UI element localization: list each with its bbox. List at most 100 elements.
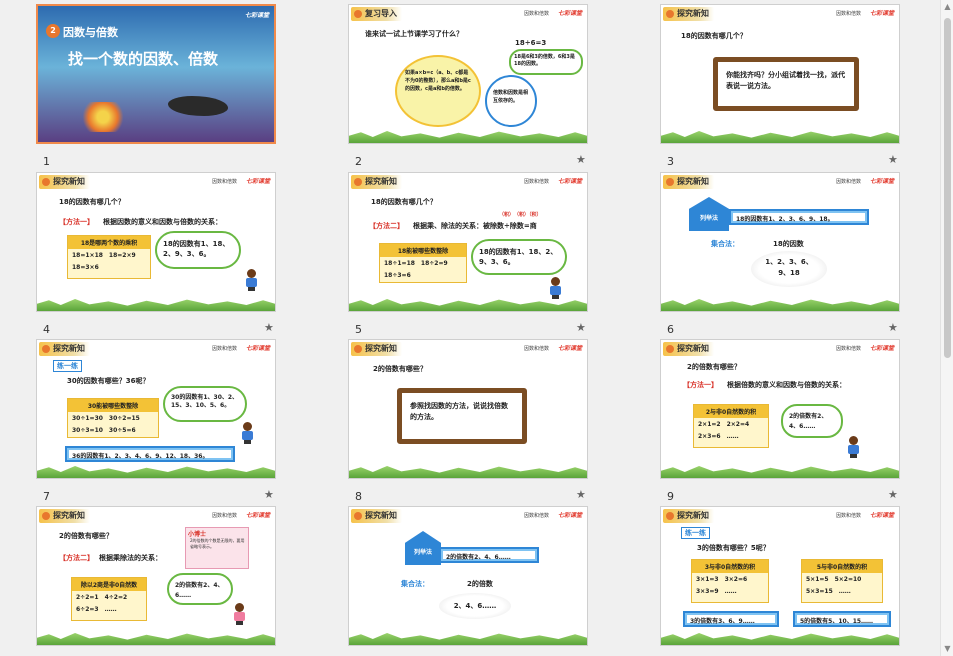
grass-decoration (349, 633, 587, 645)
section-header: 探究新知 (39, 175, 90, 189)
answer-bar: 36的因数有1、2、3、4、6、9、12、18、36。 (65, 446, 235, 462)
star-icon[interactable]: ★ (576, 321, 586, 334)
slide-preview[interactable]: 探究新知 因数和倍数 七彩课堂 2的倍数有哪些？ 小博士 2的倍数的个数是无限的… (36, 506, 276, 646)
note-bubble: 18是6和3的倍数，6和3是18的因数。 (509, 49, 583, 75)
list-result: 18的因数有1、2、3、6、9、18。 (729, 209, 869, 225)
method-label: 【方法二】 (369, 222, 404, 230)
girl-illustration (233, 603, 245, 625)
grass-decoration (37, 633, 275, 645)
logo: 七彩课堂 (245, 345, 270, 352)
scroll-up-arrow-icon[interactable]: ▲ (941, 2, 953, 11)
table-header: 5与非0自然数的积 (802, 560, 882, 573)
set-method-label: 集合法： (711, 240, 739, 248)
wooden-sign: 你能找齐吗？分小组试着找一找，派代表说一说方法。 (713, 57, 859, 111)
slide-preview[interactable]: 探究新知 因数和倍数 七彩课堂 练一练 30的因数有哪些？36呢？ 30能被哪些… (36, 339, 276, 479)
unit-tag: 因数和倍数 (523, 513, 549, 519)
logo: 七彩课堂 (869, 512, 894, 519)
unit-tag: 因数和倍数 (211, 346, 237, 352)
unit-tag: 因数和倍数 (835, 346, 861, 352)
grass-decoration (661, 633, 899, 645)
unit-tag: 因数和倍数 (523, 179, 549, 185)
diver-graphic (168, 96, 228, 116)
question-text: 谁来试一试上节课学习了什么？ (365, 30, 463, 38)
unit-tag: 因数和倍数 (211, 513, 237, 519)
section-header: 探究新知 (663, 7, 714, 21)
table-row: 5×1=5 5×2=10 (806, 576, 862, 583)
slide-preview[interactable]: 探究新知 因数和倍数 七彩课堂 列举法 2的倍数有2、4、6…… 集合法： 2的… (348, 506, 588, 646)
slide-number: 9 (667, 490, 674, 503)
section-header: 探究新知 (39, 342, 90, 356)
logo: 七彩课堂 (869, 345, 894, 352)
scrollbar-thumb[interactable] (944, 18, 951, 358)
question-text: 18的因数有哪几个？ (681, 32, 747, 40)
definition-bubble: 如果a×b=c（a、b、c都是不为0的整数），那么a和b是c的因数，c是a和b的… (395, 55, 481, 127)
table-row: 18÷3=6 (384, 272, 411, 279)
slide-preview[interactable]: 探究新知 因数和倍数 七彩课堂 2的倍数有哪些？ 【方法一】 根据倍数的意义和因… (660, 339, 900, 479)
list-method-tag: 列举法 (405, 531, 441, 565)
logo: 七彩课堂 (869, 10, 894, 17)
slide-preview[interactable]: 复习导入 因数和倍数 七彩课堂 谁来试一试上节课学习了什么？ 18÷6=3 18… (348, 4, 588, 144)
vertical-scrollbar[interactable]: ▲ ▼ (940, 0, 953, 656)
division-table: 30能被哪些数整除 30÷1=30 30÷2=15 30÷3=10 30÷5=6 (67, 398, 159, 438)
section-header: 复习导入 (351, 7, 402, 21)
answer-bubble: 2的倍数有2、4、6…… (781, 404, 843, 438)
section-header: 探究新知 (663, 175, 714, 189)
boy-illustration (241, 422, 253, 444)
list-method-tag: 列举法 (689, 197, 729, 231)
star-icon[interactable]: ★ (888, 153, 898, 166)
question-text: 18的因数有哪几个？ (59, 198, 125, 206)
scroll-down-arrow-icon[interactable]: ▼ (941, 644, 953, 653)
question-text: 18的因数有哪几个？ (371, 198, 437, 206)
product-table: 2与非0自然数的积 2×1=2 2×2=4 2×3=6 …… (693, 404, 769, 448)
method-text: 根据乘除法的关系： (99, 554, 162, 562)
slide-thumbnail-grid: 2 因数与倍数 找一个数的因数、倍数 七彩课堂 1 复习导入 因数和倍数 七彩课… (0, 0, 953, 656)
table-row: 2÷2=1 4÷2=2 (76, 594, 128, 601)
equation-text: 18÷6=3 (515, 39, 547, 47)
star-icon[interactable]: ★ (264, 488, 274, 501)
slide-number: 1 (43, 155, 50, 168)
slide-number: 5 (355, 323, 362, 336)
star-icon[interactable]: ★ (576, 488, 586, 501)
division-table: 除以2商是非0自然数 2÷2=1 4÷2=2 6÷2=3 …… (71, 577, 147, 621)
slide-preview[interactable]: 探究新知 因数和倍数 七彩课堂 列举法 18的因数有1、2、3、6、9、18。 … (660, 172, 900, 312)
grass-decoration (661, 466, 899, 478)
logo: 七彩课堂 (245, 512, 270, 519)
star-icon[interactable]: ★ (264, 321, 274, 334)
relation-bubble: 倍数和因数是相互依存的。 (485, 75, 537, 127)
logo: 七彩课堂 (557, 345, 582, 352)
table-row: 30÷3=10 30÷5=6 (72, 427, 136, 434)
slide-preview[interactable]: 探究新知 因数和倍数 七彩课堂 18的因数有哪几个？ 【方法一】 根据因数的意义… (36, 172, 276, 312)
practice-tag: 练一练 (681, 527, 710, 539)
table-header: 18能被哪些数整除 (380, 244, 466, 257)
answer-bubble: 30的因数有1、30、2、15、3、10、5、6。 (163, 386, 247, 422)
star-icon[interactable]: ★ (576, 153, 586, 166)
slide-number: 3 (667, 155, 674, 168)
slide-preview[interactable]: 探究新知 因数和倍数 七彩课堂 2的倍数有哪些？ 参照找因数的方法，说说找倍数的… (348, 339, 588, 479)
method-label: 【方法一】 (683, 381, 718, 389)
grass-decoration (349, 299, 587, 311)
slide-preview[interactable]: 探究新知 因数和倍数 七彩课堂 练一练 3的倍数有哪些？5呢？ 3与非0自然数的… (660, 506, 900, 646)
tip-title: 小博士 (188, 531, 207, 538)
logo: 七彩课堂 (245, 178, 270, 185)
slide-number: 7 (43, 490, 50, 503)
slide-number: 2 (355, 155, 362, 168)
set-ellipse: 2、4、6…… (439, 593, 511, 619)
table-row: 3×1=3 3×2=6 (696, 576, 748, 583)
star-icon[interactable]: ★ (888, 488, 898, 501)
slide-preview[interactable]: 探究新知 因数和倍数 七彩课堂 18的因数有哪几个？ 你能找齐吗？分小组试着找一… (660, 4, 900, 144)
slide-number: 6 (667, 323, 674, 336)
logo: 七彩课堂 (557, 512, 582, 519)
slide-preview[interactable]: 探究新知 因数和倍数 七彩课堂 18的因数有哪几个？ （积） （积）（积） 【方… (348, 172, 588, 312)
method-label: 【方法二】 (59, 554, 94, 562)
slide-preview[interactable]: 2 因数与倍数 找一个数的因数、倍数 七彩课堂 (36, 4, 276, 144)
logo: 七彩课堂 (869, 178, 894, 185)
tip-note: 小博士 2的倍数的个数是无限的，要用省略号表示。 (185, 527, 249, 569)
wooden-sign: 参照找因数的方法，说说找倍数的方法。 (397, 388, 527, 444)
question-text: 3的倍数有哪些？5呢？ (697, 544, 770, 552)
boy-illustration (549, 277, 561, 299)
star-icon[interactable]: ★ (888, 321, 898, 334)
set-ellipse: 1、2、3、6、9、18 (751, 251, 827, 287)
section-header: 探究新知 (663, 509, 714, 523)
product-table-5: 5与非0自然数的积 5×1=5 5×2=10 5×3=15 …… (801, 559, 883, 603)
method-text: 根据因数的意义和因数与倍数的关系： (103, 218, 222, 226)
